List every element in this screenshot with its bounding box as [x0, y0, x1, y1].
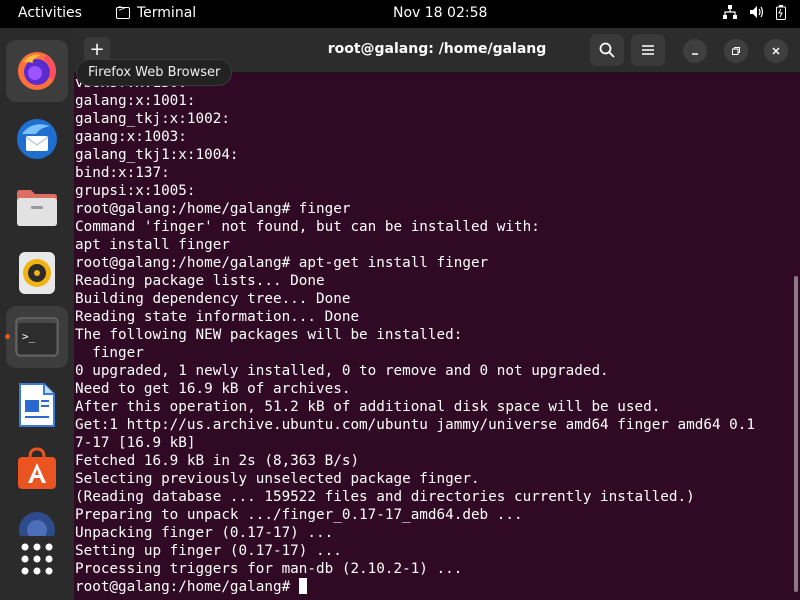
search-icon — [599, 42, 615, 58]
terminal-line: The following NEW packages will be insta… — [75, 327, 463, 343]
menu-button[interactable] — [631, 34, 665, 66]
terminal-line: Need to get 16.9 kB of archives. — [75, 381, 351, 397]
network-icon — [723, 5, 737, 24]
terminal-line: galang:x:1001: — [75, 93, 196, 109]
terminal-line: Unpacking finger (0.17-17) ... — [75, 525, 334, 541]
shell-prompt: root@galang:/home/galang# — [75, 579, 299, 595]
app-menu[interactable]: Terminal — [116, 4, 197, 21]
battery-icon — [776, 5, 786, 24]
minimize-icon — [692, 53, 698, 55]
dock-terminal[interactable]: >_ — [6, 306, 68, 368]
volume-icon — [749, 5, 764, 24]
clock[interactable]: Nov 18 02:58 — [393, 5, 487, 21]
dock-thunderbird[interactable] — [6, 108, 68, 170]
activities-button[interactable]: Activities — [18, 5, 82, 21]
grid-icon — [21, 543, 53, 575]
speaker-icon — [19, 252, 55, 294]
maximize-button[interactable] — [724, 39, 748, 63]
terminal-line: galang_tkj1:x:1004: — [75, 147, 239, 163]
terminal-line: (Reading database ... 159522 files and d… — [75, 489, 695, 505]
restore-icon — [732, 47, 740, 55]
writer-document-icon — [19, 383, 55, 427]
terminal-line: gaang:x:1003: — [75, 129, 187, 145]
top-bar: Activities Terminal Nov 18 02:58 — [0, 0, 800, 28]
terminal-line: Command 'finger' not found, but can be i… — [75, 219, 540, 235]
terminal-line: root@galang:/home/galang# apt-get instal… — [75, 255, 489, 271]
terminal-line: finger — [75, 345, 144, 361]
terminal-line: apt install finger — [75, 237, 230, 253]
terminal-line: Building dependency tree... Done — [75, 291, 351, 307]
running-indicator — [5, 334, 10, 339]
terminal-prompt-line: root@galang:/home/galang# — [75, 578, 755, 596]
software-store-icon — [18, 447, 56, 489]
scrollbar[interactable] — [794, 276, 798, 592]
terminal-output[interactable]: vboxsf:x:130:galang:x:1001:galang_tkj:x:… — [74, 72, 800, 600]
firefox-icon — [18, 52, 56, 90]
terminal-line: 7-17 [16.9 kB] — [75, 435, 196, 451]
dock: >_ — [0, 28, 74, 600]
terminal-line: Fetched 16.9 kB in 2s (8,363 B/s) — [75, 453, 360, 469]
minimize-button[interactable] — [683, 39, 707, 63]
terminal-line: Processing triggers for man-db (2.10.2-1… — [75, 561, 463, 577]
hamburger-icon — [642, 45, 654, 55]
terminal-text: vboxsf:x:130:galang:x:1001:galang_tkj:x:… — [75, 74, 755, 596]
terminal-line: Get:1 http://us.archive.ubuntu.com/ubunt… — [75, 417, 755, 433]
thunderbird-icon — [17, 119, 57, 159]
close-icon — [772, 47, 780, 55]
dock-tooltip: Firefox Web Browser — [76, 59, 233, 86]
terminal-line: Preparing to unpack .../finger_0.17-17_a… — [75, 507, 523, 523]
dock-libreoffice-writer[interactable] — [6, 374, 68, 436]
folder-icon — [17, 190, 57, 226]
terminal-line: grupsi:x:1005: — [75, 183, 196, 199]
terminal-line: Reading package lists... Done — [75, 273, 325, 289]
terminal-line: Selecting previously unselected package … — [75, 471, 480, 487]
dock-firefox[interactable] — [6, 40, 68, 102]
terminal-line: Reading state information... Done — [75, 309, 360, 325]
dock-ubuntu-software[interactable] — [6, 438, 68, 500]
show-applications-button[interactable] — [6, 528, 68, 590]
terminal-line: 0 upgraded, 1 newly installed, 0 to remo… — [75, 363, 609, 379]
terminal-window: + root@galang: /home/galang vboxsf:x:130… — [74, 28, 800, 600]
dock-rhythmbox[interactable] — [6, 242, 68, 304]
terminal-line: galang_tkj:x:1002: — [75, 111, 230, 127]
terminal-line: After this operation, 51.2 kB of additio… — [75, 399, 661, 415]
system-tray[interactable] — [723, 5, 786, 24]
terminal-line: Setting up finger (0.17-17) ... — [75, 543, 342, 559]
dock-files[interactable] — [6, 176, 68, 238]
terminal-line: root@galang:/home/galang# finger — [75, 201, 351, 217]
search-button[interactable] — [590, 34, 624, 66]
app-menu-label: Terminal — [137, 5, 197, 21]
text-cursor — [298, 578, 307, 594]
svg-text:>_: >_ — [22, 330, 36, 343]
close-button[interactable] — [764, 39, 788, 63]
terminal-icon: >_ — [15, 317, 59, 357]
terminal-line: bind:x:137: — [75, 165, 170, 181]
terminal-app-icon — [116, 4, 130, 19]
